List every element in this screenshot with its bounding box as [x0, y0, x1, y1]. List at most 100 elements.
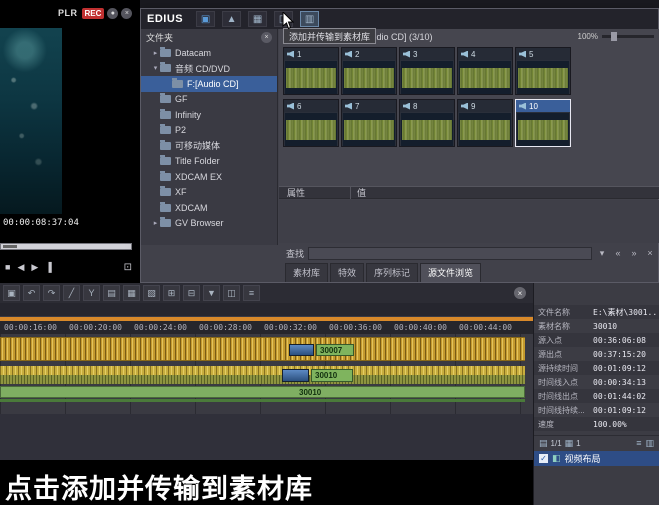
shuttle-handle[interactable]: [3, 245, 17, 248]
zoom-icon[interactable]: ◫: [223, 285, 240, 301]
stop-button[interactable]: ■: [5, 262, 10, 272]
ruler-tick: 00:00:28:00: [199, 323, 252, 332]
audio-clip-1[interactable]: 1: [283, 47, 339, 95]
open-folder-icon[interactable]: ▣: [196, 11, 216, 27]
view-thumbnails-icon[interactable]: ▦: [248, 11, 268, 27]
clip-waveform-thumbnail: [343, 61, 395, 94]
ruler-tick: 00:00:36:00: [329, 323, 382, 332]
tab-bin[interactable]: 素材库: [285, 263, 329, 282]
clip-30007[interactable]: 30007: [316, 344, 354, 356]
audio-waveform-track-2[interactable]: [0, 366, 525, 384]
add-transfer-icon[interactable]: ▥: [300, 11, 320, 27]
audio-clip-9[interactable]: 9: [457, 99, 513, 147]
zoom-slider[interactable]: [602, 32, 654, 41]
speaker-icon: [345, 50, 352, 58]
audio-clip-3[interactable]: 3: [399, 47, 455, 95]
ruler-tick: 00:00:20:00: [69, 323, 122, 332]
audio-waveform-track-1[interactable]: [0, 337, 525, 361]
folder-panel-header: 文件夹 ×: [141, 29, 277, 45]
panel-icon[interactable]: ▣: [3, 285, 20, 301]
undo-icon[interactable]: ↶: [23, 285, 40, 301]
prev-result-icon[interactable]: «: [612, 248, 624, 258]
expander-icon[interactable]: ▸: [151, 219, 160, 227]
tab-sequence-marker[interactable]: 序列标记: [366, 263, 419, 282]
audio-clip-5[interactable]: 5: [515, 47, 571, 95]
speaker-icon: [519, 50, 526, 58]
expander-icon[interactable]: ▾: [151, 64, 160, 72]
clip-30007-thumbnail[interactable]: [289, 344, 314, 356]
video-clip-track[interactable]: 30010: [0, 386, 525, 398]
play-button[interactable]: ▶: [31, 262, 38, 273]
clip-pages-icon[interactable]: ▤: [539, 438, 548, 449]
settings-icon[interactable]: ≡: [243, 285, 260, 301]
tree-item-xdcam-ex[interactable]: XDCAM EX: [141, 169, 277, 185]
tree-item-xf[interactable]: XF: [141, 185, 277, 201]
tree-item-gf[interactable]: GF: [141, 92, 277, 108]
timecode-ruler[interactable]: 00:00:16:00 00:00:20:00 00:00:24:00 00:0…: [0, 321, 533, 334]
audio-clip-6[interactable]: 6: [283, 99, 339, 147]
clip-30010-thumbnail[interactable]: [282, 369, 309, 382]
trim-icon[interactable]: ⊟: [183, 285, 200, 301]
clip-number: 3: [413, 49, 418, 59]
overwrite-icon[interactable]: ▧: [143, 285, 160, 301]
close-folder-panel-button[interactable]: ×: [261, 31, 272, 43]
monitor-close-button[interactable]: ×: [121, 7, 133, 19]
ruler-tick: 00:00:24:00: [134, 323, 187, 332]
clip-waveform-thumbnail: [401, 61, 453, 94]
tree-item-gv-browser[interactable]: ▸ GV Browser: [141, 216, 277, 232]
video-layout-row[interactable]: ✓ ◧ 视频布局: [534, 451, 659, 466]
tab-source-browser[interactable]: 源文件浏览: [420, 263, 482, 282]
audio-clip-8[interactable]: 8: [399, 99, 455, 147]
audio-clip-2[interactable]: 2: [341, 47, 397, 95]
transport-controls: ■ ◀ ▶ ▐ ⊡: [0, 257, 140, 277]
waveform-upper: [0, 366, 525, 375]
mode-icon[interactable]: ▤: [103, 285, 120, 301]
prev-frame-button[interactable]: ◀: [17, 262, 24, 273]
audio-clip-7[interactable]: 7: [341, 99, 397, 147]
tree-item-title-folder[interactable]: Title Folder: [141, 154, 277, 170]
tab-effects[interactable]: 特效: [330, 263, 365, 282]
search-dropdown-icon[interactable]: ▾: [596, 248, 608, 259]
search-input[interactable]: [308, 246, 592, 260]
next-result-icon[interactable]: »: [628, 248, 640, 258]
monitor-menu-button[interactable]: ●: [107, 7, 119, 19]
up-folder-icon[interactable]: ▲: [222, 11, 242, 27]
audio-clip-4[interactable]: 4: [457, 47, 513, 95]
next-frame-button[interactable]: ▐: [45, 262, 51, 272]
tree-item-audio-cd[interactable]: F:[Audio CD]: [141, 76, 277, 92]
clip-number: 9: [471, 101, 476, 111]
fullscreen-icon[interactable]: ⊡: [124, 262, 132, 273]
clips-pane: F:[Audio CD] (3/10) 100% 1 2 3 4 5 6 7 8…: [279, 29, 659, 186]
tree-item-datacam[interactable]: ▸ Datacam: [141, 45, 277, 61]
tree-item-p2[interactable]: P2: [141, 123, 277, 139]
track-count-label: 1: [576, 438, 581, 448]
tree-item-removable-media[interactable]: 可移动媒体: [141, 138, 277, 154]
monitor-timecode: 00:00:08:37:04: [3, 218, 79, 228]
razor-icon[interactable]: Y: [83, 285, 100, 301]
ripple-icon[interactable]: ⊞: [163, 285, 180, 301]
insert-icon[interactable]: ▦: [123, 285, 140, 301]
speaker-icon: [461, 102, 468, 110]
audio-clip-10[interactable]: 10: [515, 99, 571, 147]
close-timeline-button[interactable]: ×: [514, 287, 526, 299]
zoom-slider-handle[interactable]: [611, 32, 617, 41]
clip-30010-floating[interactable]: 30010: [311, 369, 353, 382]
clip-info-panel: 文件名称 E:\素材\3001... 素材名称 30010 源入点 00:36:06:…: [533, 283, 659, 505]
folder-icon: [160, 108, 171, 119]
expander-icon[interactable]: ▸: [151, 49, 160, 57]
clip-header: 1: [284, 48, 338, 60]
shuttle-slider[interactable]: [0, 243, 132, 250]
marker-icon[interactable]: ▼: [203, 285, 220, 301]
folder-icon: [160, 124, 171, 135]
video-layout-checkbox[interactable]: ✓: [539, 454, 548, 463]
redo-icon[interactable]: ↷: [43, 285, 60, 301]
close-search-icon[interactable]: ×: [644, 248, 656, 258]
pencil-icon[interactable]: ╱: [63, 285, 80, 301]
clip-waveform-thumbnail: [459, 113, 511, 146]
grid-view-icon[interactable]: ▥: [645, 438, 654, 449]
track-icon[interactable]: ▦: [565, 438, 574, 449]
tree-item-xdcam[interactable]: XDCAM: [141, 200, 277, 216]
tree-item-infinity[interactable]: Infinity: [141, 107, 277, 123]
tree-item-audio-cd-dvd[interactable]: ▾ 音频 CD/DVD: [141, 61, 277, 77]
list-view-icon[interactable]: ≡: [636, 438, 641, 449]
